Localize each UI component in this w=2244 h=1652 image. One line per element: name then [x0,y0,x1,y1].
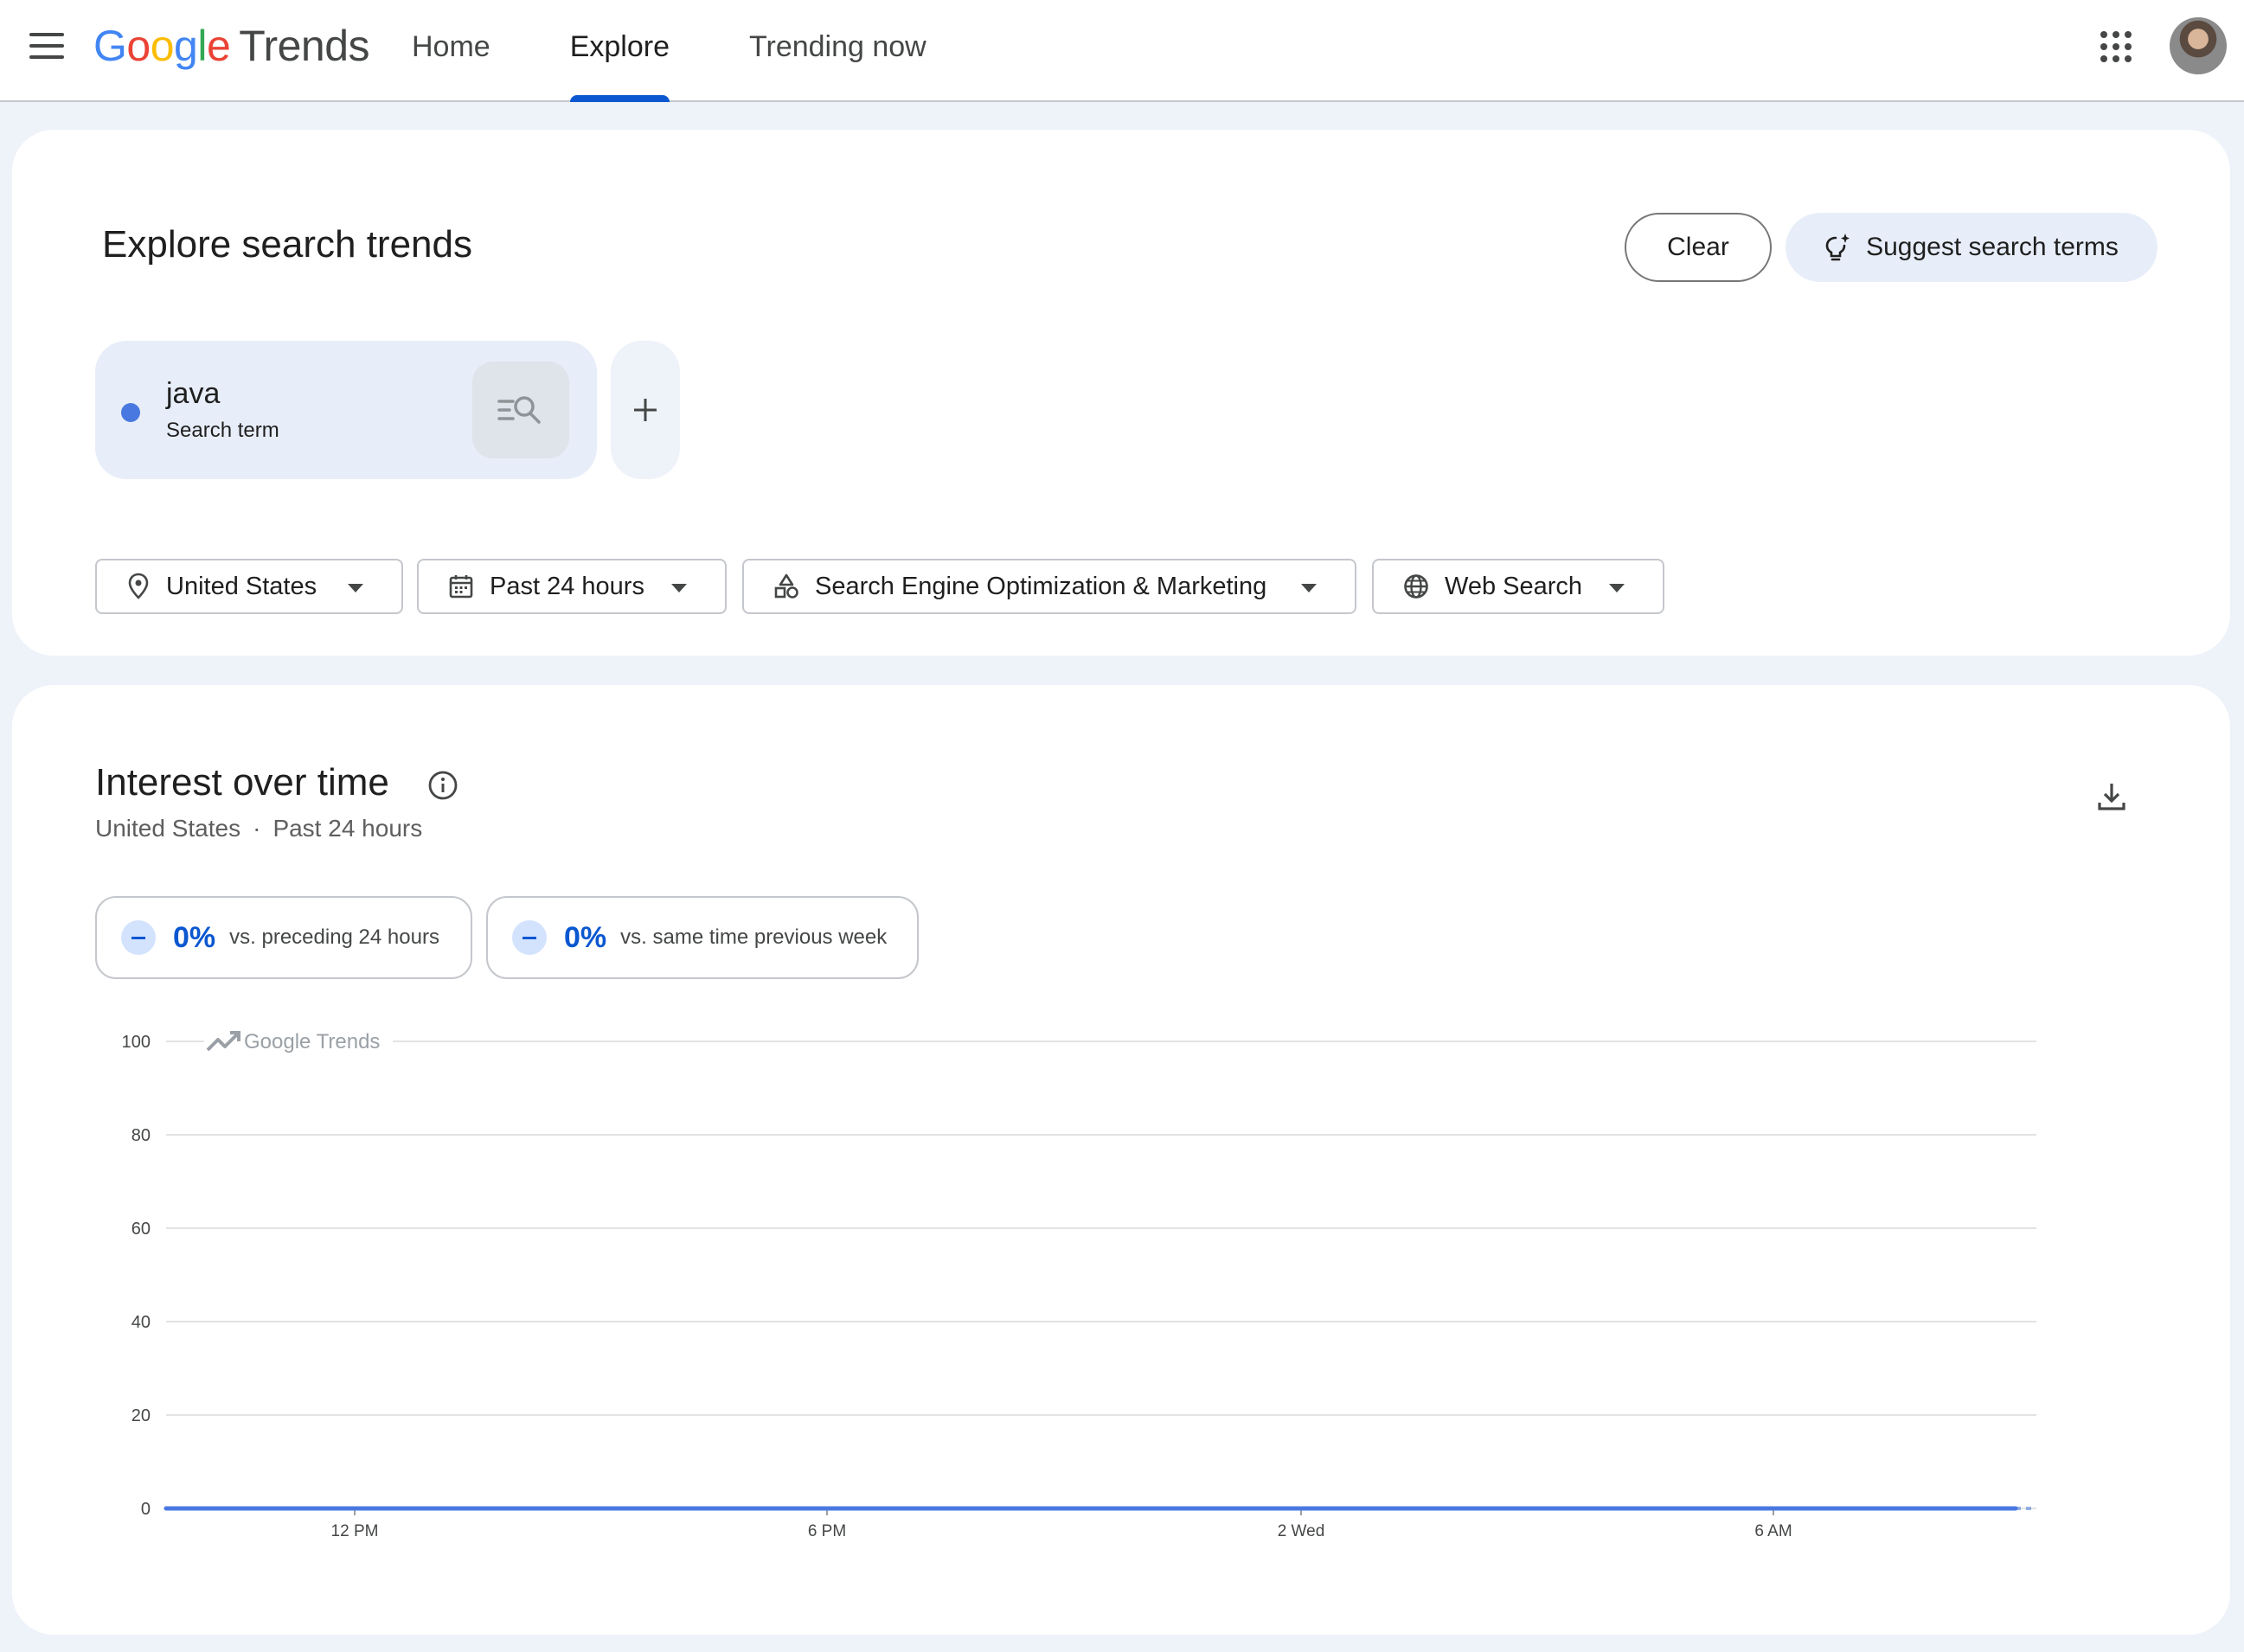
suggest-search-terms-button[interactable]: Suggest search terms [1786,213,2157,282]
y-tick-label: 80 [131,1126,151,1145]
x-tick-label: 12 PM [331,1522,379,1540]
chart-watermark: Google Trends [244,1030,380,1053]
main-menu-icon[interactable] [29,33,64,59]
interest-over-time-panel: Interest over time United States · Past 24… [12,685,2230,1635]
list-search-icon [497,396,541,424]
category-filter[interactable]: Search Engine Optimization & Marketing [742,559,1356,614]
term-type: Search term [166,419,279,442]
tab-trending-now[interactable]: Trending now [727,0,949,102]
location-filter[interactable]: United States [95,559,403,614]
chevron-down-icon [1301,584,1317,592]
lightbulb-sparkle-icon [1825,234,1850,261]
location-filter-label: United States [166,572,317,600]
interest-chart: 0 20 40 60 80 100 Google Trends 12 PM 6 PM 2 Wed 6… [12,685,2230,1635]
search-term-chip[interactable]: java Search term [95,341,597,479]
x-tick-label: 2 Wed [1278,1522,1325,1540]
term-search-options-button[interactable] [472,362,569,458]
calendar-icon [448,573,474,599]
chevron-down-icon [671,584,687,592]
tab-explore[interactable]: Explore [548,0,692,102]
product-name: Trends [239,22,370,70]
main-nav: Home Explore Trending now [389,0,984,102]
account-avatar[interactable] [2170,17,2227,74]
plus-icon [634,399,657,421]
y-tick-label: 100 [122,1033,151,1052]
category-filter-label: Search Engine Optimization & Marketing [815,572,1267,600]
location-pin-icon [126,573,151,600]
term-name: java [166,377,221,410]
line-chart-svg: 0 20 40 60 80 100 Google Trends 12 PM 6 PM 2 Wed 6… [122,1030,2036,1540]
term-color-dot [121,403,140,422]
trending-arrow-icon [206,1033,239,1052]
y-tick-label: 20 [131,1406,151,1425]
explore-panel: Explore search trends Clear Suggest sear… [12,130,2230,656]
search-property-filter[interactable]: Web Search [1372,559,1664,614]
x-tick-label: 6 AM [1754,1522,1792,1540]
google-trends-logo[interactable]: Google Trends [93,21,370,73]
time-range-filter-label: Past 24 hours [490,572,644,600]
clear-button[interactable]: Clear [1625,213,1772,282]
y-tick-label: 40 [131,1313,151,1332]
add-search-term-button[interactable] [611,341,680,479]
search-property-filter-label: Web Search [1445,572,1583,600]
x-tick-label: 6 PM [808,1522,846,1540]
google-apps-icon[interactable] [2100,31,2132,62]
category-shapes-icon [773,573,799,599]
y-tick-label: 60 [131,1220,151,1239]
suggest-label: Suggest search terms [1866,233,2119,261]
chevron-down-icon [1609,584,1625,592]
page-title: Explore search trends [102,223,472,266]
tab-home[interactable]: Home [389,0,513,102]
y-tick-label: 0 [141,1500,151,1519]
globe-icon [1403,573,1429,599]
top-bar: Google Trends Home Explore Trending now [0,0,2244,102]
chevron-down-icon [348,584,363,592]
time-range-filter[interactable]: Past 24 hours [417,559,727,614]
